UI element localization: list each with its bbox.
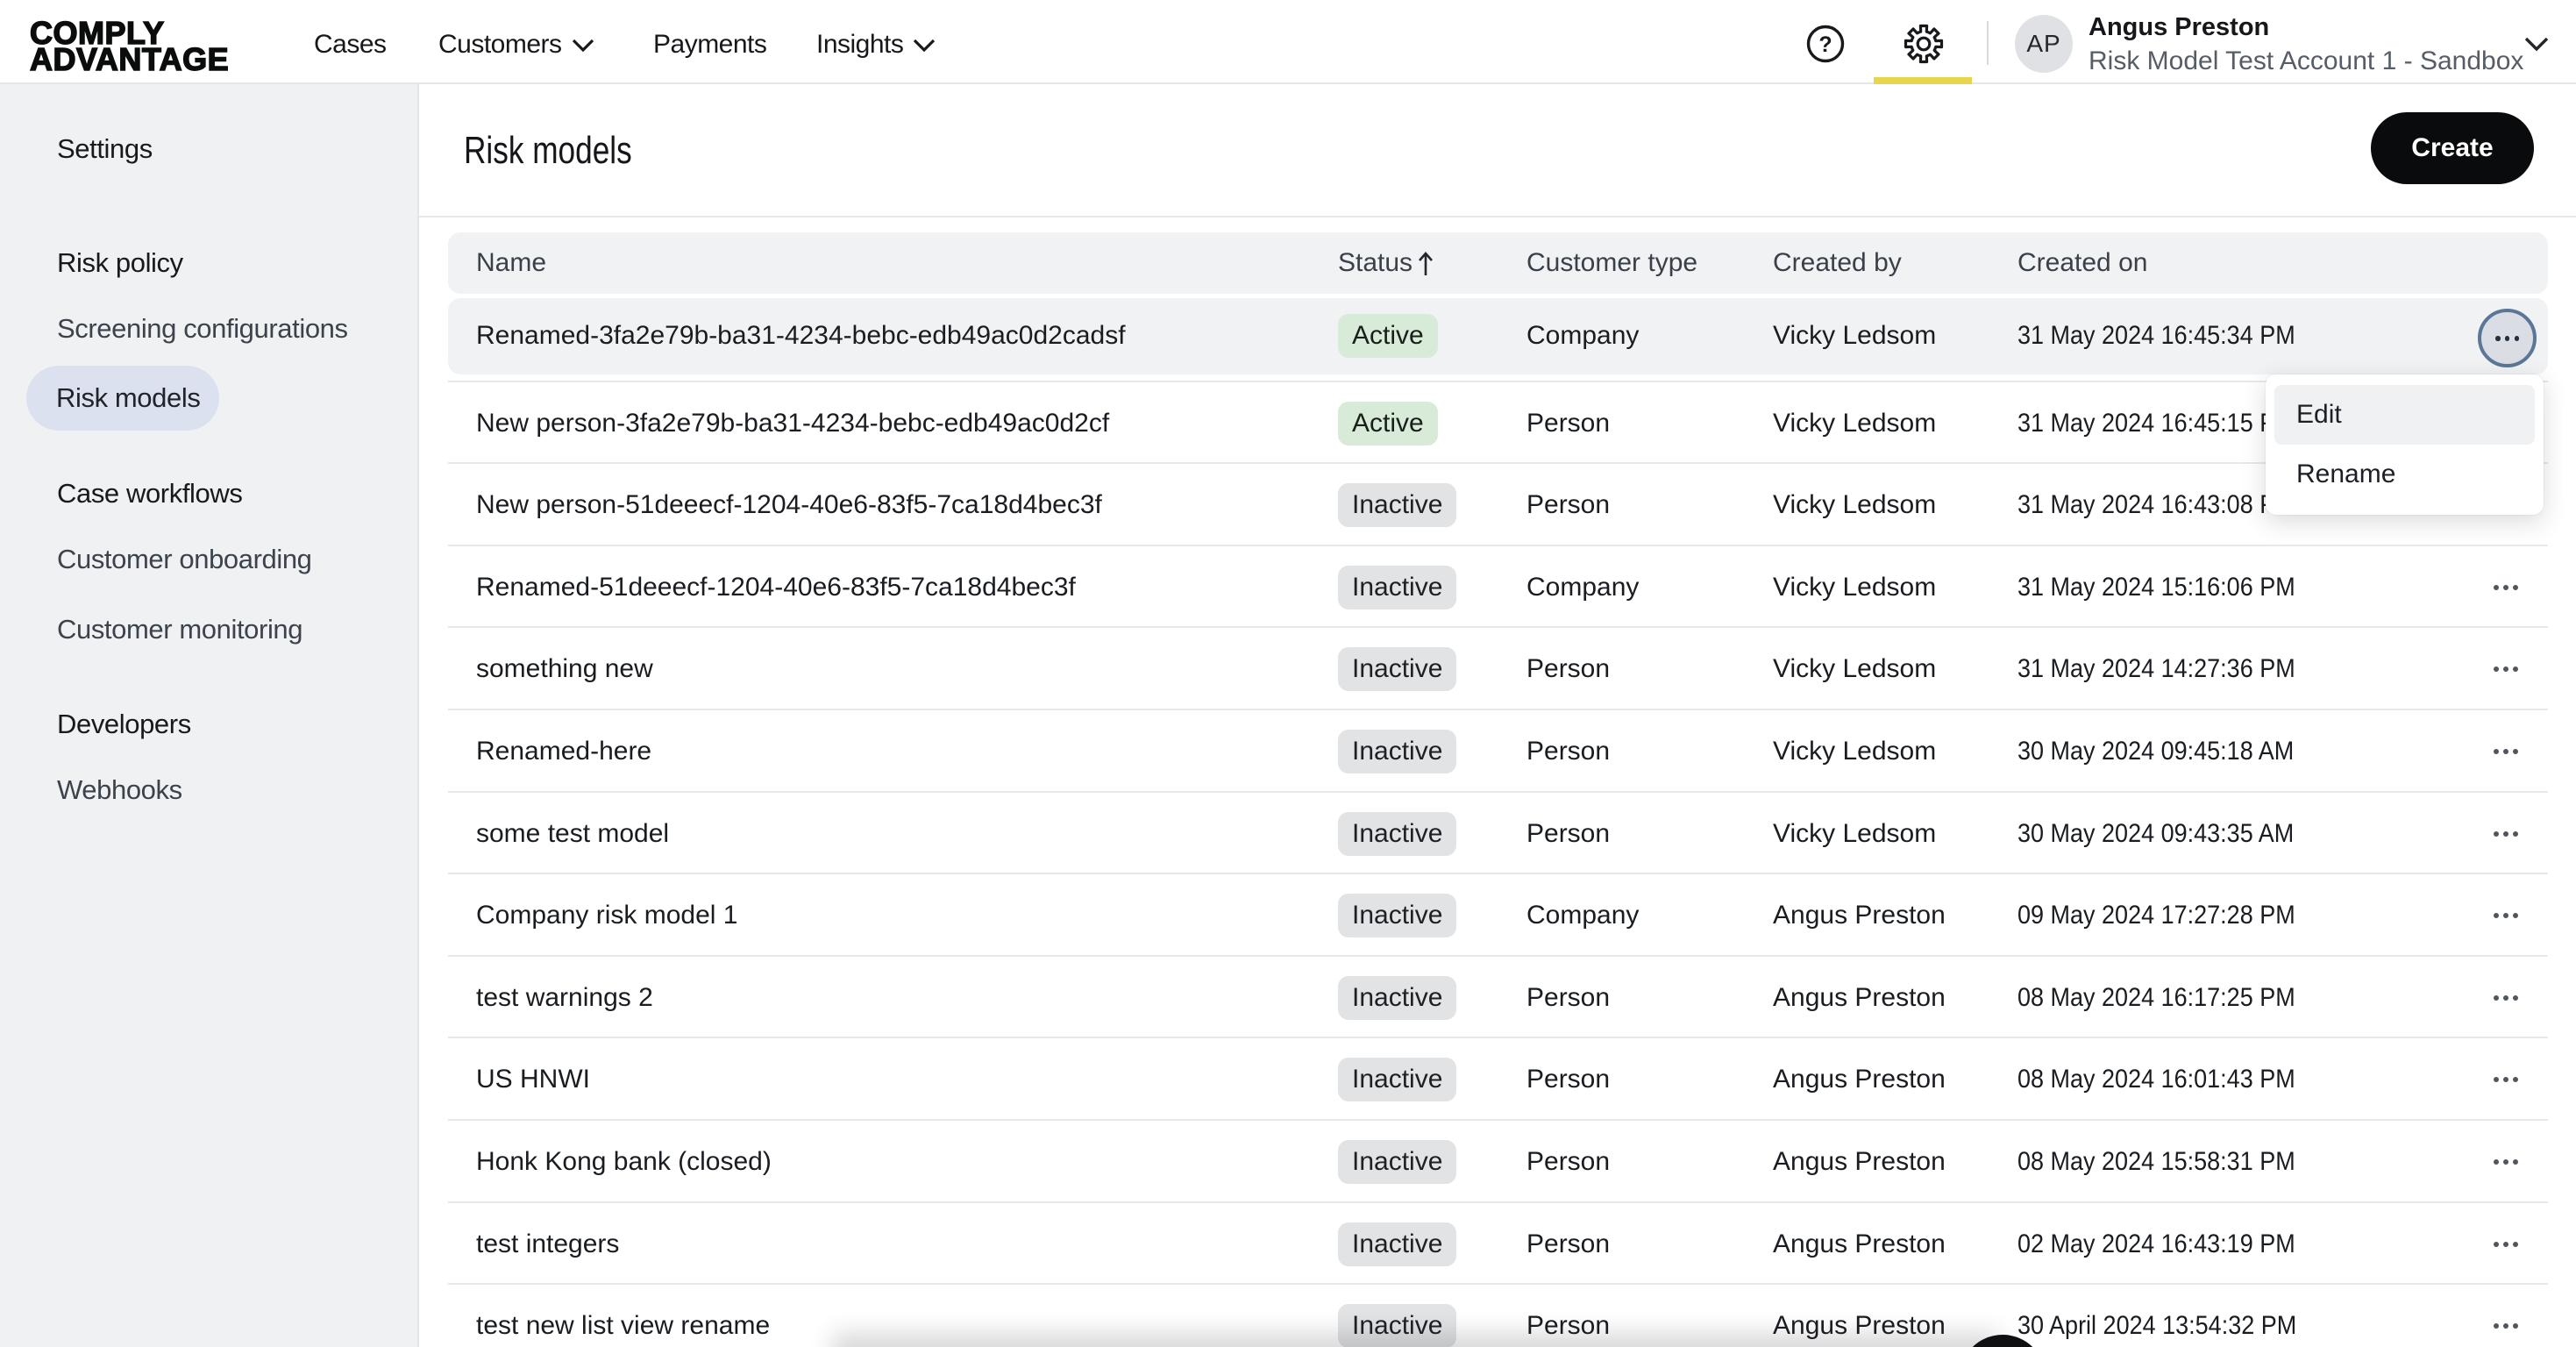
svg-text:?: ? [1818,32,1832,57]
